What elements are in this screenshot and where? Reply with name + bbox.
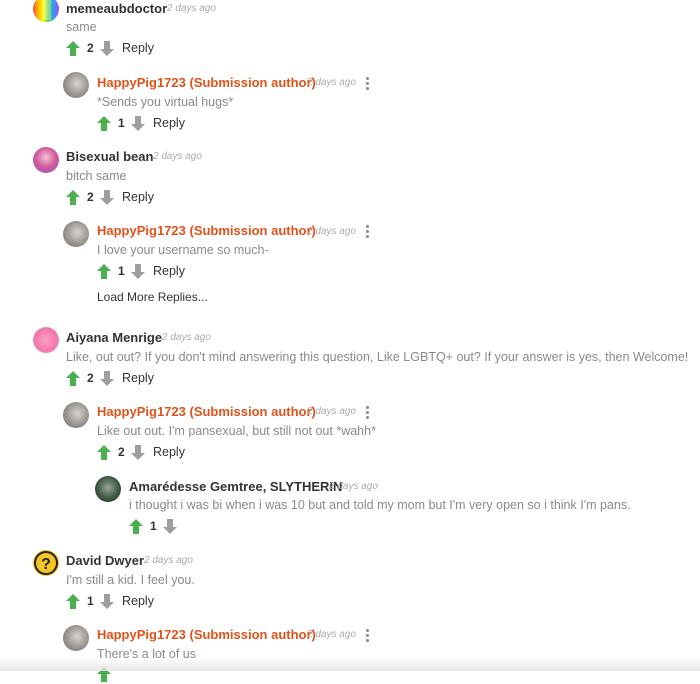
vote-count: 2 — [118, 445, 125, 459]
avatar[interactable] — [63, 221, 89, 247]
reply-button[interactable]: Reply — [122, 41, 154, 55]
reply-button[interactable]: Reply — [153, 116, 185, 130]
username[interactable]: HappyPig1723 (Submission author) — [97, 223, 316, 238]
username[interactable]: Bisexual bean — [66, 149, 153, 164]
reply-button[interactable]: Reply — [153, 445, 185, 459]
rainbow-avatar-icon — [43, 0, 51, 20]
more-options-icon[interactable] — [364, 77, 370, 91]
timestamp: 2 days ago — [167, 3, 216, 14]
avatar[interactable] — [33, 0, 59, 22]
username[interactable]: memeaubdoctor — [66, 1, 167, 16]
question-mark-icon: ? — [34, 551, 58, 575]
vote-count: 1 — [150, 519, 157, 533]
reply-button[interactable]: Reply — [153, 264, 185, 278]
comment-text: I love your username so much- — [97, 243, 269, 257]
upvote-icon[interactable] — [97, 264, 111, 279]
svg-text:?: ? — [41, 556, 51, 573]
downvote-icon[interactable] — [131, 116, 145, 131]
upvote-icon[interactable] — [66, 190, 80, 205]
downvote-icon[interactable] — [131, 264, 145, 279]
reply-button[interactable]: Reply — [122, 190, 154, 204]
vote-count: 1 — [118, 264, 125, 278]
username[interactable]: HappyPig1723 (Submission author) — [97, 75, 316, 90]
comment-text: *Sends you virtual hugs* — [97, 95, 234, 109]
vote-count: 2 — [87, 41, 94, 55]
timestamp: 2 days ago — [307, 406, 356, 417]
upvote-icon[interactable] — [129, 519, 143, 534]
timestamp: 2 days ago — [162, 332, 211, 343]
avatar[interactable] — [95, 476, 121, 502]
bottom-fade — [0, 657, 700, 671]
comment-text: Like out out. I'm pansexual, but still n… — [97, 424, 376, 438]
downvote-icon[interactable] — [100, 594, 114, 609]
reply-button[interactable]: Reply — [122, 594, 154, 608]
upvote-icon[interactable] — [66, 594, 80, 609]
comment-text: bitch same — [66, 169, 127, 183]
reply-button[interactable]: Reply — [122, 371, 154, 385]
downvote-icon[interactable] — [100, 190, 114, 205]
more-options-icon[interactable] — [364, 629, 370, 643]
upvote-icon[interactable] — [66, 371, 80, 386]
upvote-icon[interactable] — [66, 41, 80, 56]
downvote-icon[interactable] — [131, 445, 145, 460]
avatar[interactable] — [63, 72, 89, 98]
timestamp: 2 days ago — [329, 481, 378, 492]
comment-text: same — [66, 20, 97, 34]
timestamp: 2 days ago — [153, 151, 202, 162]
timestamp: 2 days ago — [144, 555, 193, 566]
more-options-icon[interactable] — [364, 406, 370, 420]
comment-text: I'm still a kid. I feel you. — [66, 573, 195, 587]
upvote-icon[interactable] — [97, 445, 111, 460]
timestamp: 2 days ago — [307, 77, 356, 88]
avatar[interactable] — [33, 327, 59, 353]
more-options-icon[interactable] — [364, 225, 370, 239]
downvote-icon[interactable] — [163, 519, 177, 534]
username[interactable]: Amarédesse Gemtree, SLYTHERIN — [129, 479, 342, 494]
downvote-icon[interactable] — [100, 41, 114, 56]
avatar[interactable] — [63, 402, 89, 428]
timestamp: 2 days ago — [307, 226, 356, 237]
downvote-icon[interactable] — [100, 371, 114, 386]
comment-text: Like, out out? If you don't mind answeri… — [66, 350, 689, 364]
avatar[interactable] — [63, 625, 89, 651]
username[interactable]: David Dwyer — [66, 553, 144, 568]
comment-text: i thought i was bi when i was 10 but and… — [129, 498, 631, 512]
username[interactable]: Aiyana Menrige — [66, 330, 162, 345]
username[interactable]: HappyPig1723 (Submission author) — [97, 404, 316, 419]
avatar[interactable]: ? — [33, 550, 59, 576]
vote-count: 1 — [118, 116, 125, 130]
timestamp: 2 days ago — [307, 629, 356, 640]
load-more-replies-link[interactable]: Load More Replies... — [97, 290, 208, 304]
vote-count: 2 — [87, 190, 94, 204]
vote-count: 1 — [87, 594, 94, 608]
username[interactable]: HappyPig1723 (Submission author) — [97, 627, 316, 642]
vote-count: 2 — [87, 371, 94, 385]
avatar[interactable] — [33, 147, 59, 173]
upvote-icon[interactable] — [97, 116, 111, 131]
